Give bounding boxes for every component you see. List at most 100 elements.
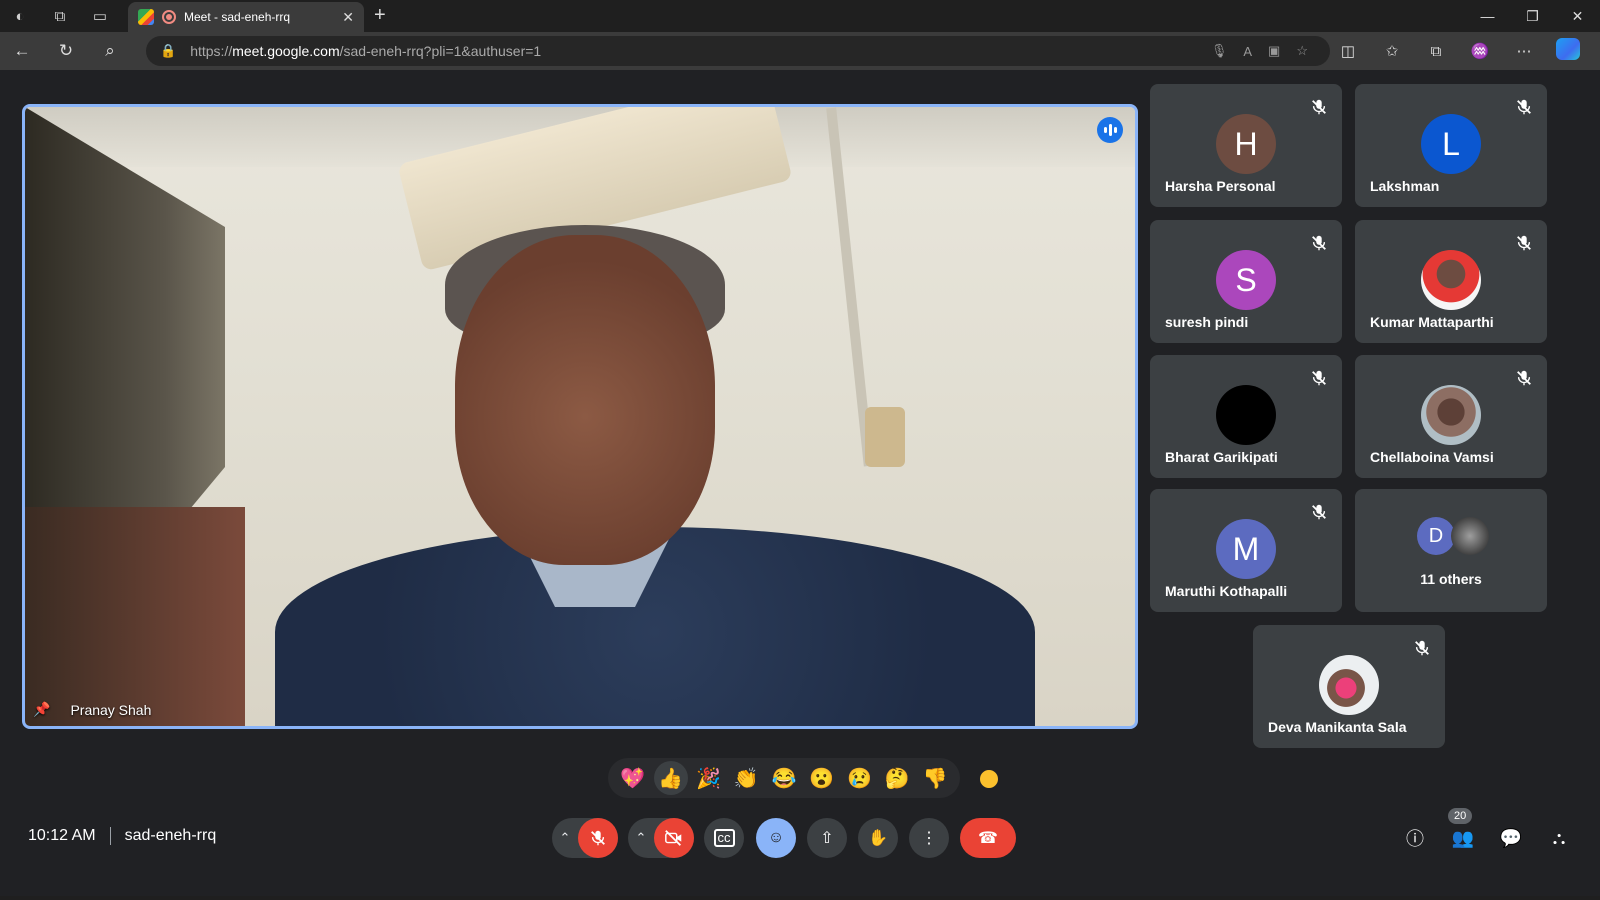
reaction-sad[interactable]: 😢 xyxy=(842,761,876,795)
reactions-bar: 💖 👍 🎉 👏 😂 😮 😢 🤔 👎 xyxy=(608,758,960,798)
minimize-icon[interactable]: — xyxy=(1465,0,1510,32)
reaction-surprised[interactable]: 😮 xyxy=(805,761,839,795)
participant-name: Harsha Personal xyxy=(1165,178,1276,194)
meeting-code: sad-eneh-rrq xyxy=(124,827,217,844)
pin-icon[interactable]: 📌 xyxy=(33,701,50,718)
copilot-icon[interactable] xyxy=(1546,38,1590,64)
captions-icon: cc xyxy=(713,829,735,847)
more-vert-icon: ⋮ xyxy=(921,830,937,847)
avatar-initial: H xyxy=(1234,125,1258,162)
back-icon[interactable]: ← xyxy=(0,32,44,70)
people-count-badge: 20 xyxy=(1448,808,1473,824)
participant-tile[interactable]: Deva Manikanta Sala xyxy=(1253,625,1445,748)
video-switchboard xyxy=(865,407,905,467)
side-controls: ⓘ 20 👥 💬 ⛬ xyxy=(1394,808,1580,858)
participant-name: Kumar Mattaparthi xyxy=(1370,314,1494,330)
reaction-sparkling-heart[interactable]: 💖 xyxy=(616,761,650,795)
reaction-thumbs-up[interactable]: 👍 xyxy=(653,761,688,795)
avatar-photo xyxy=(1421,385,1481,445)
activities-icon[interactable]: ⛬ xyxy=(1538,818,1580,858)
participant-tile[interactable]: H Harsha Personal xyxy=(1150,84,1342,207)
address-toolbar: ← ↻ ⌕ 🔒 https://meet.google.com/sad-eneh… xyxy=(0,32,1600,70)
main-speaker-label: 📌 Pranay Shah xyxy=(33,701,151,718)
raise-hand-button[interactable]: ✋ xyxy=(858,818,898,858)
others-label: 11 others xyxy=(1420,571,1482,587)
chat-icon[interactable]: 💬 xyxy=(1490,818,1532,858)
close-tab-icon[interactable]: ✕ xyxy=(342,9,354,26)
collections-icon[interactable]: ⧉ xyxy=(1414,43,1458,60)
more-icon[interactable]: ⋯ xyxy=(1502,42,1546,60)
mic-off-icon xyxy=(1312,504,1326,520)
hang-up-icon: ☎ xyxy=(978,830,998,847)
window-border xyxy=(0,896,1600,900)
leave-call-button[interactable]: ☎ xyxy=(960,818,1016,858)
avatar-initial: D xyxy=(1428,524,1444,547)
meeting-details-icon[interactable]: ⓘ xyxy=(1394,818,1436,858)
profile-icon[interactable]: ◐ xyxy=(0,0,40,32)
mic-off-icon xyxy=(1312,99,1326,115)
extensions-icon[interactable]: ♒ xyxy=(1458,42,1502,60)
reaction-thumbs-down[interactable]: 👎 xyxy=(918,761,952,795)
participant-name: Maruthi Kothapalli xyxy=(1165,583,1288,599)
hd-icon[interactable]: ▣ xyxy=(1268,43,1280,59)
mic-off-button[interactable] xyxy=(578,818,618,858)
participant-tile[interactable]: Bharat Garikipati xyxy=(1150,355,1342,478)
window-controls: — ❐ ✕ xyxy=(1465,0,1600,32)
participant-name: suresh pindi xyxy=(1165,314,1249,330)
url-host: meet.google.com xyxy=(232,43,340,59)
lock-icon[interactable]: 🔒 xyxy=(160,43,176,59)
split-screen-icon[interactable]: ◫ xyxy=(1326,42,1370,60)
avatar: M xyxy=(1216,519,1276,579)
participant-tile[interactable]: S suresh pindi xyxy=(1150,220,1342,343)
url-path: /sad-eneh-rrq?pli=1&authuser=1 xyxy=(339,43,542,59)
reaction-laugh[interactable]: 😂 xyxy=(767,761,801,795)
avatar: L xyxy=(1421,114,1481,174)
camera-off-icon xyxy=(665,830,682,846)
mic-control-group: ⌃ xyxy=(552,818,618,858)
tab-title: Meet - sad-eneh-rrq xyxy=(184,10,291,24)
participant-tile[interactable]: M Maruthi Kothapalli xyxy=(1150,489,1342,612)
new-tab-button[interactable]: + xyxy=(374,4,386,27)
meet-favicon-icon xyxy=(138,9,154,25)
url-prefix: https:// xyxy=(190,43,233,59)
video-options-icon[interactable]: ⌃ xyxy=(628,830,654,846)
hand-icon: ✋ xyxy=(868,830,888,847)
refresh-icon[interactable]: ↻ xyxy=(44,32,88,70)
captions-button[interactable]: cc xyxy=(704,818,744,858)
camera-control-group: ⌃ xyxy=(628,818,694,858)
tab-meet[interactable]: Meet - sad-eneh-rrq ✕ xyxy=(128,2,364,32)
people-button[interactable]: 20 👥 xyxy=(1442,808,1484,858)
participant-tile[interactable]: Chellaboina Vamsi xyxy=(1355,355,1547,478)
more-options-button[interactable]: ⋮ xyxy=(909,818,949,858)
avatar xyxy=(1216,385,1276,445)
reaction-thinking[interactable]: 🤔 xyxy=(880,761,914,795)
camera-off-button[interactable] xyxy=(654,818,694,858)
address-bar[interactable]: 🔒 https://meet.google.com/sad-eneh-rrq?p… xyxy=(146,36,1330,66)
main-speaker-tile[interactable]: 📌 Pranay Shah xyxy=(22,104,1138,729)
search-icon[interactable]: ⌕ xyxy=(88,32,132,70)
participant-tile[interactable]: L Lakshman xyxy=(1355,84,1547,207)
reaction-clap[interactable]: 👏 xyxy=(729,761,763,795)
mic-off-icon xyxy=(1517,235,1531,251)
restore-icon[interactable]: ❐ xyxy=(1510,0,1555,32)
meeting-info: 10:12 AM sad-eneh-rrq xyxy=(28,827,216,845)
participant-name: Chellaboina Vamsi xyxy=(1370,449,1494,465)
audio-options-icon[interactable]: ⌃ xyxy=(552,830,578,846)
read-aloud-icon[interactable]: A xyxy=(1243,44,1252,59)
tab-actions-icon[interactable]: ▭ xyxy=(80,0,120,32)
favorites-icon[interactable]: ✩ xyxy=(1370,42,1414,60)
skin-tone-icon[interactable] xyxy=(978,768,1000,790)
emoji-reactions-button[interactable]: ☺ xyxy=(756,818,796,858)
video-shelf xyxy=(25,507,245,726)
present-screen-button[interactable]: ⇧ xyxy=(807,818,847,858)
microphone-icon[interactable]: 🎙 xyxy=(1211,43,1228,59)
divider xyxy=(109,827,111,845)
workspaces-icon[interactable]: ⧉ xyxy=(40,0,80,32)
favorite-star-icon[interactable]: ☆ xyxy=(1296,43,1308,59)
people-icon: 👥 xyxy=(1451,827,1475,848)
close-window-icon[interactable]: ✕ xyxy=(1555,0,1600,32)
reaction-party[interactable]: 🎉 xyxy=(691,761,725,795)
others-tile[interactable]: D 11 others xyxy=(1355,489,1547,612)
others-avatars: D xyxy=(1417,517,1489,555)
participant-tile[interactable]: Kumar Mattaparthi xyxy=(1355,220,1547,343)
